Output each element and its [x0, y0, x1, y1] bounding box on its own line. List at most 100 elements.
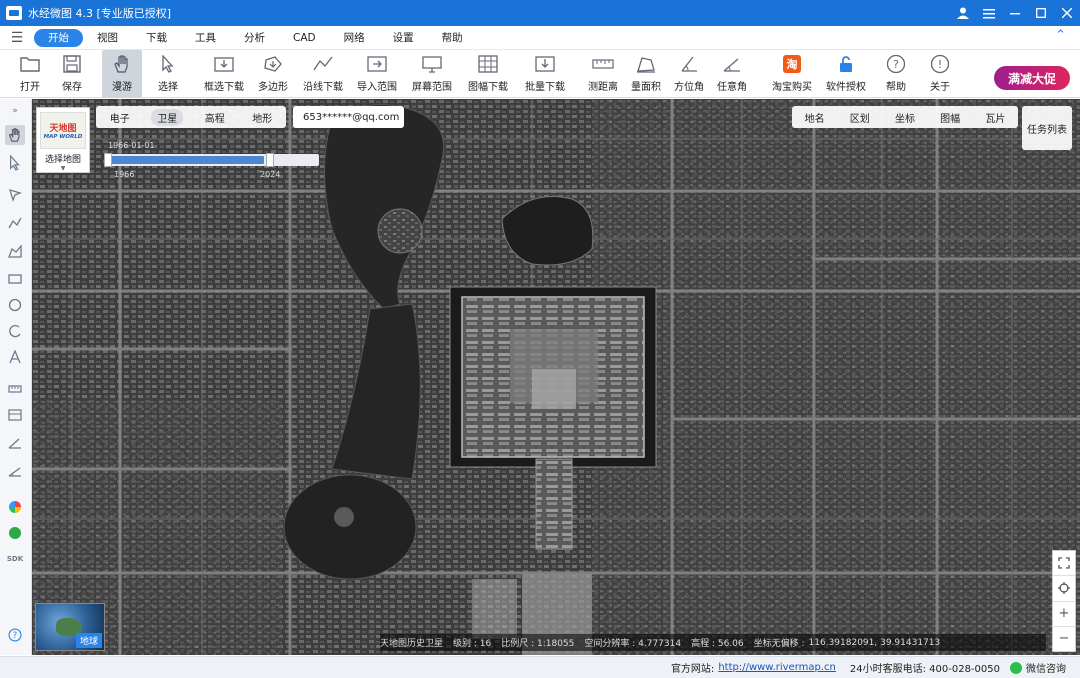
angle-icon: [721, 53, 743, 75]
angle-any-tool-icon[interactable]: [5, 461, 25, 481]
collapse-ribbon-icon[interactable]: ⌃: [1055, 28, 1066, 43]
polygon-button[interactable]: 多边形: [250, 50, 296, 98]
chevron-down-icon: ▼: [60, 165, 66, 172]
license-button[interactable]: 软件授权: [818, 50, 874, 98]
minimize-icon[interactable]: [1002, 0, 1028, 26]
import-range-button[interactable]: 导入范围: [350, 50, 404, 98]
zoom-out-icon[interactable]: −: [1053, 627, 1075, 651]
measure-distance-button[interactable]: 测距离: [582, 50, 624, 98]
zoom-in-icon[interactable]: +: [1053, 602, 1075, 627]
monitor-icon: [421, 53, 443, 75]
app-title: 水经微图 4.3 [专业版已授权]: [28, 7, 172, 20]
timeline-start-handle[interactable]: [104, 153, 112, 167]
rect-download-icon: [213, 53, 235, 75]
menu-bar: ☰ 开始 视图 下载 工具 分析 CAD 网络 设置 帮助 ⌃: [0, 26, 1080, 50]
select-button[interactable]: 选择: [148, 50, 188, 98]
status-coords: 116.39182091, 39.91431713: [808, 637, 941, 648]
timeline-fill: [106, 156, 264, 164]
angle-tool-icon[interactable]: [5, 433, 25, 453]
footer-hotline: 24小时客服电话: 400-028-0050: [849, 664, 1000, 675]
save-button[interactable]: 保存: [52, 50, 92, 98]
tab-elevation[interactable]: 高程: [199, 109, 231, 126]
any-angle-button[interactable]: 任意角: [710, 50, 754, 98]
batch-download-icon: [534, 53, 556, 75]
history-timeline[interactable]: 1966-01-01 1966 2024: [100, 141, 320, 181]
expand-icon[interactable]: »: [5, 101, 25, 121]
polyline-icon: [312, 53, 334, 75]
pointer-tool-icon[interactable]: [5, 153, 25, 173]
maximize-icon[interactable]: [1028, 0, 1054, 26]
pan-button[interactable]: 漫游: [102, 50, 142, 98]
line-download-button[interactable]: 沿线下载: [296, 50, 350, 98]
colorful-globe-icon[interactable]: [5, 497, 25, 517]
ruler-icon: [592, 53, 614, 75]
rect-download-button[interactable]: 框选下载: [198, 50, 250, 98]
taobao-button[interactable]: 淘 淘宝购买: [766, 50, 818, 98]
measure-area-button[interactable]: 量面积: [624, 50, 668, 98]
lock-icon: [835, 53, 857, 75]
footer-wechat[interactable]: 微信咨询: [1026, 660, 1066, 675]
cursor-icon: [157, 53, 179, 75]
tab-terrain[interactable]: 地形: [246, 109, 278, 126]
hand-tool-icon[interactable]: [5, 125, 25, 145]
close-icon[interactable]: [1054, 0, 1080, 26]
app-logo-icon: [6, 6, 22, 20]
locate-icon[interactable]: [1053, 576, 1075, 602]
globe-overview[interactable]: 地球: [35, 603, 105, 651]
green-link-icon[interactable]: [5, 523, 25, 543]
screen-range-button[interactable]: 屏幕范围: [404, 50, 460, 98]
map-style-selector[interactable]: 天地图 MAP WORLD 选择地图 ▼: [36, 107, 90, 173]
tab-tile[interactable]: 瓦片: [985, 110, 1005, 125]
overlay-tabs: 地名 区划 坐标 图幅 瓦片: [792, 106, 1018, 128]
menu-network[interactable]: 网络: [330, 29, 379, 47]
tab-coordinate[interactable]: 坐标: [895, 110, 915, 125]
task-list-button[interactable]: 任务列表: [1022, 106, 1072, 150]
menu-start[interactable]: 开始: [34, 28, 83, 47]
hamburger-icon[interactable]: ☰: [0, 30, 34, 46]
info-icon: !: [929, 53, 951, 75]
status-resolution: 空间分辨率 : 4.777314: [584, 639, 682, 649]
marker-tool-icon[interactable]: [5, 185, 25, 205]
folder-icon: [19, 53, 41, 75]
bearing-button[interactable]: 方位角: [668, 50, 710, 98]
batch-download-button[interactable]: 批量下载: [516, 50, 574, 98]
tab-electronic[interactable]: 电子: [104, 109, 136, 126]
sheet-download-button[interactable]: 图幅下载: [460, 50, 516, 98]
area-tool-icon[interactable]: [5, 241, 25, 261]
menu-analysis[interactable]: 分析: [230, 29, 279, 47]
menu-view[interactable]: 视图: [83, 29, 132, 47]
arc-tool-icon[interactable]: [5, 321, 25, 341]
layer-tool-icon[interactable]: [5, 405, 25, 425]
promo-badge[interactable]: 满减大促: [994, 66, 1070, 90]
rectangle-tool-icon[interactable]: [5, 269, 25, 289]
timeline-end-handle[interactable]: [266, 153, 274, 167]
footer-site-link[interactable]: http://www.rivermap.cn: [718, 662, 836, 673]
menu-settings[interactable]: 设置: [379, 29, 428, 47]
account-label[interactable]: 653******@qq.com: [293, 106, 404, 128]
tab-satellite[interactable]: 卫星: [151, 108, 184, 126]
menu-download[interactable]: 下载: [132, 29, 181, 47]
sdk-icon[interactable]: SDK: [5, 549, 25, 569]
measure-tool-icon[interactable]: [5, 379, 25, 399]
satellite-map[interactable]: [32, 99, 1080, 655]
polygon-icon: [262, 53, 284, 75]
circle-tool-icon[interactable]: [5, 295, 25, 315]
help-circle-icon[interactable]: ?: [5, 625, 25, 645]
hand-icon: [111, 53, 133, 75]
menu-tools[interactable]: 工具: [181, 29, 230, 47]
tab-region[interactable]: 区划: [850, 110, 870, 125]
menu-help[interactable]: 帮助: [428, 29, 477, 47]
text-tool-icon[interactable]: [5, 347, 25, 367]
fullscreen-icon[interactable]: [1053, 551, 1075, 577]
menu-cad[interactable]: CAD: [279, 29, 330, 47]
menu-dots-icon[interactable]: [976, 0, 1002, 26]
line-tool-icon[interactable]: [5, 213, 25, 233]
tab-placename[interactable]: 地名: [805, 110, 825, 125]
help-button[interactable]: ? 帮助: [874, 50, 918, 98]
user-icon[interactable]: [950, 0, 976, 26]
globe-label[interactable]: 地球: [75, 633, 102, 648]
open-button[interactable]: 打开: [8, 50, 52, 98]
about-button[interactable]: ! 关于: [918, 50, 962, 98]
map-style-caption: 选择地图: [44, 155, 81, 165]
tab-sheet[interactable]: 图幅: [940, 110, 960, 125]
